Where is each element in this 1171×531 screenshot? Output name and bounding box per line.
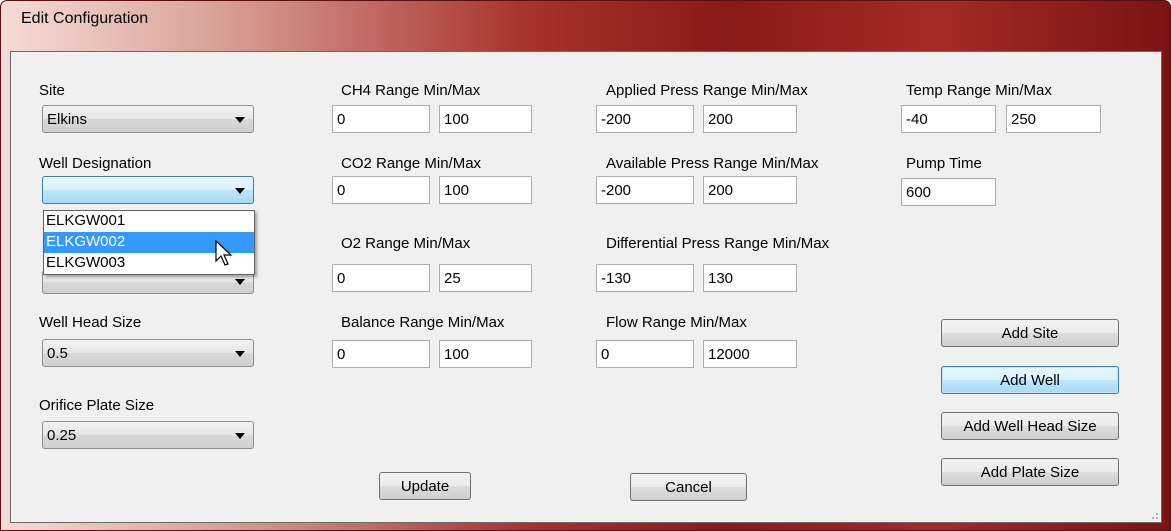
site-select[interactable]: Elkins	[42, 105, 254, 133]
dialog-window: Edit Configuration Site Elkins Well Desi…	[0, 0, 1171, 531]
site-value: Elkins	[47, 111, 88, 128]
well-designation-label: Well Designation	[39, 155, 152, 172]
chevron-down-icon	[235, 117, 245, 123]
chevron-down-icon	[235, 433, 245, 439]
differential-press-max-input[interactable]: 130	[703, 264, 797, 292]
o2-min-input[interactable]: 0	[332, 264, 430, 292]
well-head-size-select[interactable]: 0.5	[42, 339, 254, 367]
add-plate-size-button[interactable]: Add Plate Size	[941, 458, 1119, 486]
differential-press-min-input[interactable]: -130	[596, 264, 694, 292]
co2-min-input[interactable]: 0	[332, 176, 430, 204]
applied-press-max-input[interactable]: 200	[703, 105, 797, 133]
chevron-down-icon	[235, 188, 245, 194]
ch4-min-input[interactable]: 0	[332, 105, 430, 133]
title-bar[interactable]: Edit Configuration	[1, 1, 1170, 37]
dialog-body: Site Elkins Well Designation Well Head S…	[10, 51, 1162, 523]
window-title: Edit Configuration	[21, 10, 149, 27]
flow-max-input[interactable]: 12000	[703, 340, 797, 368]
well-head-size-label: Well Head Size	[39, 314, 142, 331]
available-press-max-input[interactable]: 200	[703, 176, 797, 204]
site-label: Site	[39, 82, 65, 99]
balance-min-input[interactable]: 0	[332, 340, 430, 368]
co2-range-label: CO2 Range Min/Max	[341, 155, 482, 172]
add-well-button[interactable]: Add Well	[941, 366, 1119, 394]
available-press-min-input[interactable]: -200	[596, 176, 694, 204]
flow-range-label: Flow Range Min/Max	[606, 314, 747, 331]
differential-press-range-label: Differential Press Range Min/Max	[606, 235, 830, 252]
orifice-plate-size-label: Orifice Plate Size	[39, 397, 155, 414]
dropdown-option-elkgw001[interactable]: ELKGW001	[44, 211, 254, 232]
co2-max-input[interactable]: 100	[439, 176, 532, 204]
mouse-cursor-icon	[215, 240, 233, 266]
chevron-down-icon	[235, 279, 245, 285]
orifice-plate-size-value: 0.25	[47, 427, 77, 444]
well-head-size-value: 0.5	[47, 345, 68, 362]
ch4-range-label: CH4 Range Min/Max	[341, 82, 481, 99]
temp-min-input[interactable]: -40	[901, 105, 996, 133]
resize-grip-icon[interactable]	[1149, 510, 1159, 520]
temp-max-input[interactable]: 250	[1006, 105, 1101, 133]
add-well-head-size-button[interactable]: Add Well Head Size	[941, 412, 1119, 440]
orifice-plate-size-select[interactable]: 0.25	[42, 421, 254, 449]
temp-range-label: Temp Range Min/Max	[906, 82, 1052, 99]
flow-min-input[interactable]: 0	[596, 340, 694, 368]
o2-max-input[interactable]: 25	[439, 264, 532, 292]
chevron-down-icon	[235, 351, 245, 357]
update-button[interactable]: Update	[379, 472, 471, 500]
add-site-button[interactable]: Add Site	[941, 319, 1119, 347]
pump-time-label: Pump Time	[906, 155, 982, 172]
applied-press-min-input[interactable]: -200	[596, 105, 694, 133]
applied-press-range-label: Applied Press Range Min/Max	[606, 82, 808, 99]
balance-max-input[interactable]: 100	[439, 340, 532, 368]
well-designation-select[interactable]	[42, 176, 254, 204]
cancel-button[interactable]: Cancel	[630, 473, 747, 501]
ch4-max-input[interactable]: 100	[439, 105, 532, 133]
balance-range-label: Balance Range Min/Max	[341, 314, 505, 331]
available-press-range-label: Available Press Range Min/Max	[606, 155, 819, 172]
o2-range-label: O2 Range Min/Max	[341, 235, 471, 252]
pump-time-input[interactable]: 600	[901, 178, 996, 206]
